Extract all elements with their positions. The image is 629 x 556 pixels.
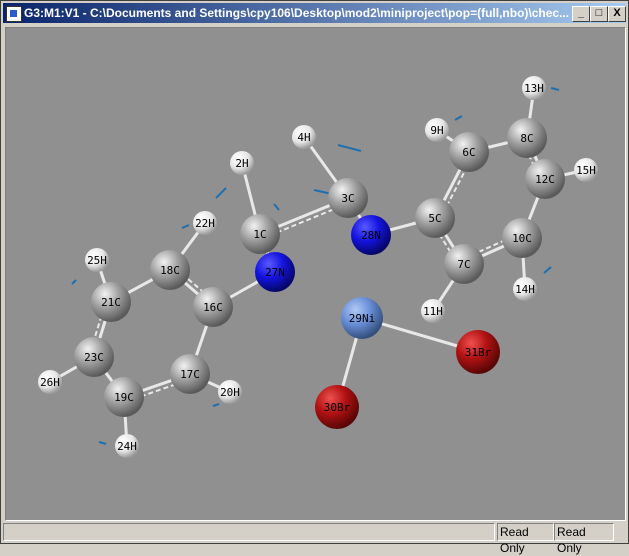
atom-label: 14H — [515, 283, 535, 296]
status-read-only-1: Read Only — [497, 523, 554, 555]
atom-3C[interactable]: 3C — [328, 178, 368, 218]
maximize-button[interactable]: □ — [590, 6, 608, 22]
displacement-vector — [212, 403, 220, 407]
atom-label: 20H — [220, 386, 240, 399]
atom-label: 16C — [203, 301, 223, 314]
displacement-vector — [181, 224, 190, 229]
molecule-viewport[interactable]: 1C 2H 3C 4H 5C 6C 7C 8C 9H 10C 11H 12C 13H 14H 15H 16C 1… — [5, 27, 626, 521]
atom-label: 5C — [428, 212, 441, 225]
window-title: G3:M1:V1 - C:\Documents and Settings\cpy… — [24, 6, 570, 20]
atom-label: 1C — [253, 228, 266, 241]
atom-label: 24H — [117, 440, 137, 453]
atom-label: 11H — [423, 305, 443, 318]
atom-label: 12C — [535, 173, 555, 186]
atom-19C[interactable]: 19C — [104, 377, 144, 417]
atom-31Br[interactable]: 31Br — [456, 330, 500, 374]
displacement-vector — [454, 115, 463, 121]
atom-23C[interactable]: 23C — [74, 337, 114, 377]
close-button[interactable]: X — [608, 6, 626, 22]
atom-12C[interactable]: 12C — [525, 159, 565, 199]
atom-label: 10C — [512, 232, 532, 245]
atom-label: 7C — [457, 258, 470, 271]
displacement-vector — [273, 203, 280, 211]
displacement-vector — [98, 441, 107, 445]
atom-label: 25H — [87, 254, 107, 267]
atom-label: 3C — [341, 192, 354, 205]
status-bar: Read Only Read Only — [3, 523, 626, 555]
atom-11H[interactable]: 11H — [421, 299, 445, 323]
atom-25H[interactable]: 25H — [85, 248, 109, 272]
atom-17C[interactable]: 17C — [170, 354, 210, 394]
atom-26H[interactable]: 26H — [38, 370, 62, 394]
title-bar[interactable]: G3:M1:V1 - C:\Documents and Settings\cpy… — [3, 3, 626, 23]
atom-label: 22H — [195, 217, 215, 230]
atom-label: 21C — [101, 296, 121, 309]
atom-28N[interactable]: 28N — [351, 215, 391, 255]
atom-label: 9H — [430, 124, 443, 137]
atom-label: 31Br — [465, 346, 492, 359]
atom-1C[interactable]: 1C — [240, 214, 280, 254]
atom-label: 6C — [462, 146, 475, 159]
atom-label: 15H — [576, 164, 596, 177]
atom-16C[interactable]: 16C — [193, 287, 233, 327]
atom-29Ni[interactable]: 29Ni — [341, 297, 383, 339]
atom-label: 27N — [265, 266, 285, 279]
atom-4H[interactable]: 4H — [292, 125, 316, 149]
status-read-only-2: Read Only — [554, 523, 614, 555]
atom-9H[interactable]: 9H — [425, 118, 449, 142]
atom-7C[interactable]: 7C — [444, 244, 484, 284]
atom-label: 13H — [524, 82, 544, 95]
minimize-button[interactable]: _ — [572, 6, 590, 22]
displacement-vector — [337, 144, 362, 152]
atom-21C[interactable]: 21C — [91, 282, 131, 322]
atom-label: 17C — [180, 368, 200, 381]
atom-24H[interactable]: 24H — [115, 434, 139, 458]
molecule-view[interactable]: 1C 2H 3C 4H 5C 6C 7C 8C 9H 10C 11H 12C 13H 14H 15H 16C 1… — [6, 28, 625, 520]
atom-label: 26H — [40, 376, 60, 389]
atom-label: 28N — [361, 229, 381, 242]
atom-label: 19C — [114, 391, 134, 404]
atom-label: 18C — [160, 264, 180, 277]
atom-label: 30Br — [324, 401, 351, 414]
atom-14H[interactable]: 14H — [513, 277, 537, 301]
atom-8C[interactable]: 8C — [507, 118, 547, 158]
atom-2H[interactable]: 2H — [230, 151, 254, 175]
displacement-vector — [550, 87, 560, 91]
displacement-vector — [543, 266, 552, 274]
atom-5C[interactable]: 5C — [415, 198, 455, 238]
status-message — [3, 523, 495, 541]
atom-label: 4H — [297, 131, 310, 144]
atom-label: 2H — [235, 157, 248, 170]
displacement-vector — [71, 279, 77, 285]
atom-label: 23C — [84, 351, 104, 364]
atom-27N[interactable]: 27N — [255, 252, 295, 292]
atom-22H[interactable]: 22H — [193, 211, 217, 235]
atom-20H[interactable]: 20H — [218, 380, 242, 404]
atom-15H[interactable]: 15H — [574, 158, 598, 182]
app-icon[interactable] — [6, 6, 22, 22]
atom-18C[interactable]: 18C — [150, 250, 190, 290]
atom-30Br[interactable]: 30Br — [315, 385, 359, 429]
gaussview-window: G3:M1:V1 - C:\Documents and Settings\cpy… — [0, 0, 629, 555]
displacement-vector — [215, 187, 227, 199]
atom-10C[interactable]: 10C — [502, 218, 542, 258]
atom-6C[interactable]: 6C — [449, 132, 489, 172]
atom-label: 8C — [520, 132, 533, 145]
atom-label: 29Ni — [349, 312, 376, 325]
atom-13H[interactable]: 13H — [522, 76, 546, 100]
